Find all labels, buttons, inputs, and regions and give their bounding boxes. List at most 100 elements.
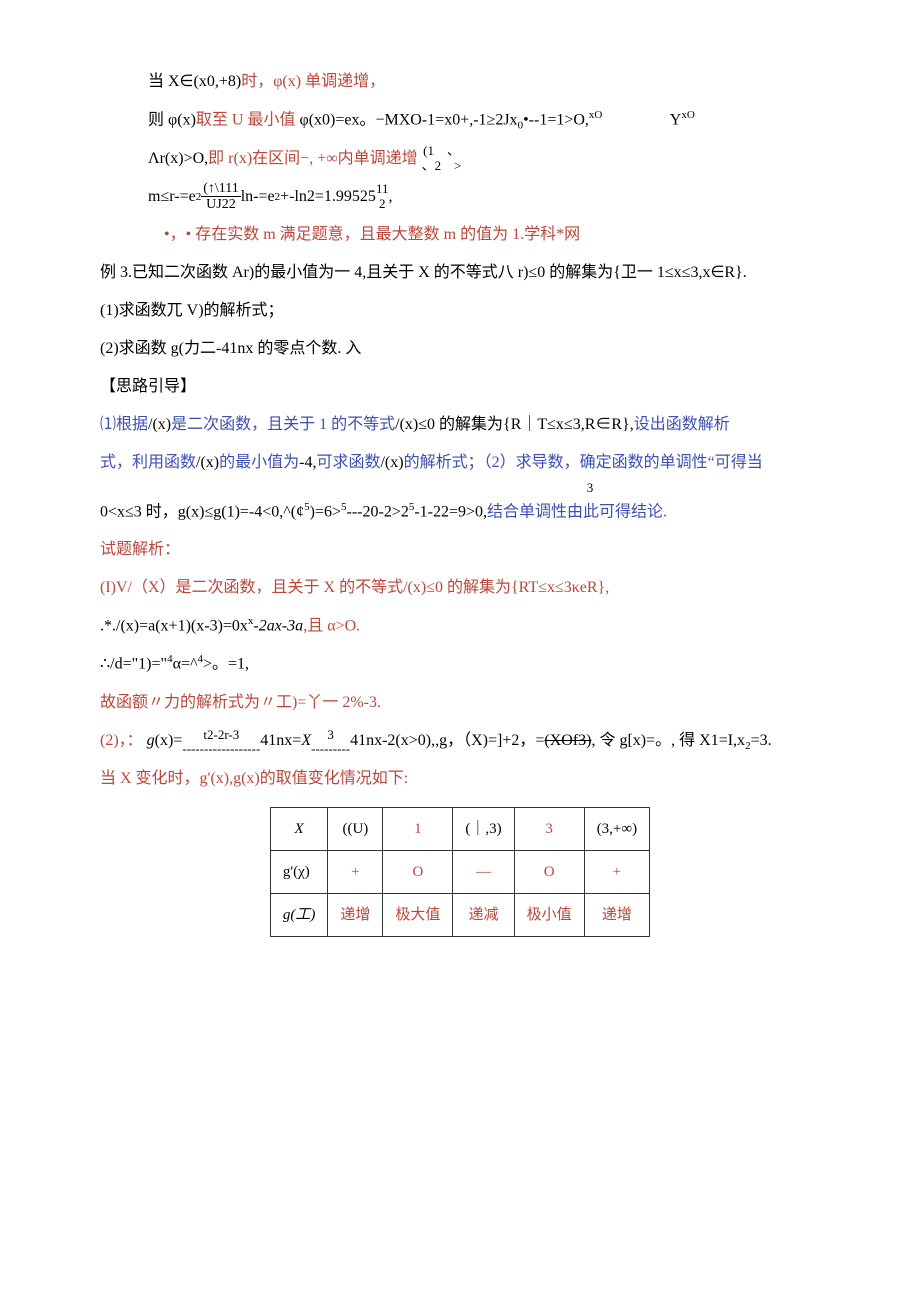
t: 0<x≤3 时，g(x)≤g(1)=-4<0,^(¢: [100, 503, 304, 520]
t: 11: [376, 182, 389, 196]
t: -1-22=9>0,: [414, 503, 487, 520]
t: 当 X 变化时，g'(x),g(x): [100, 770, 260, 787]
cell: +: [584, 850, 649, 893]
t: /(x)≤0 的解集为{R｜T≤x≤3,R∈R},: [395, 416, 634, 433]
t: >。=1,: [203, 656, 249, 673]
t: xO: [589, 109, 602, 121]
line-11: 式，利用函数/(x)的最小值为-4,可求函数/(x)的解析式；（2）求导数，确定…: [100, 447, 820, 479]
line-4: m≤r-=e2 (↑\111 UJ22 ln-=e2+-ln2=1.99525 …: [100, 181, 820, 213]
t: ∴/d="1)=": [100, 656, 167, 673]
t: 在区间−, +∞内单调递增: [252, 150, 417, 167]
t: ---20-2>2: [347, 503, 409, 520]
cell: O: [383, 850, 453, 893]
line-7: (1)求函数兀 V)的解析式；: [100, 295, 820, 327]
t: ---------: [311, 742, 350, 756]
t: X: [301, 725, 311, 757]
cell: 极小值: [514, 893, 584, 936]
line-15: .*./(x)=a(x+1)(x-3)=0xx-2ax-3a,且 α>O.: [100, 610, 820, 642]
line-12top: 3: [100, 481, 820, 494]
t: 、2 >: [422, 159, 462, 173]
t: ,: [388, 181, 392, 213]
line-19: 当 X 变化时，g'(x),g(x)的取值变化情况如下:: [100, 763, 820, 795]
t: 是二次函数，且关于 1 的不等式: [171, 416, 395, 433]
t: ⑴根据: [100, 416, 148, 433]
t: 的最小值为: [219, 454, 299, 471]
t: 时，φ(x): [241, 73, 301, 90]
cell: g(工): [270, 893, 328, 936]
cell: 极大值: [383, 893, 453, 936]
t: 取至 U 最小值: [196, 111, 296, 128]
t: -2ax-3a: [253, 617, 303, 634]
cell: g'(χ): [270, 850, 328, 893]
line-8: (2)求函数 g(力二-41nx 的零点个数. 入: [100, 333, 820, 365]
cell: —: [453, 850, 514, 893]
t: 式，利用函数: [100, 454, 196, 471]
line-16: ∴/d="1)="4α=^4>。=1,: [100, 648, 820, 680]
t: /(x)≤0 的解集为{RT≤x≤3κeR},: [403, 579, 609, 596]
t: /(x): [148, 416, 171, 433]
t: φ(x0)=ex。−MXO-1=x0+,-1≥2Jx: [295, 111, 517, 128]
t: 的取值变化情况如下:: [260, 770, 408, 787]
line-12: 0<x≤3 时，g(x)≤g(1)=-4<0,^(¢5)=6>5---20-2>…: [100, 496, 820, 528]
t: UJ22: [201, 197, 241, 212]
t: 结合单调性由此可得结论.: [487, 503, 667, 520]
t: =3.: [751, 725, 772, 757]
t: 41nx=: [260, 725, 301, 757]
cell: 递增: [584, 893, 649, 936]
cell: O: [514, 850, 584, 893]
t: /(x): [380, 454, 403, 471]
frac: t2-2r-3 ------------------: [182, 728, 260, 757]
line-5: •，• 存在实数 m 满足题意，且最大整数 m 的值为 1.学科*网: [100, 219, 820, 251]
line-6: 例 3.已知二次函数 Ar)的最小值为一 4,且关于 X 的不等式八 r)≤0 …: [100, 257, 820, 289]
table-row: g(工) 递增 极大值 递减 极小值 递增: [270, 893, 649, 936]
t: +-ln2=1.99525: [280, 181, 376, 213]
frac: 3 ---------: [311, 728, 350, 757]
cell: X: [270, 807, 328, 850]
t: 可求函数: [316, 454, 380, 471]
frac: 11 2: [376, 182, 389, 211]
t: 当 X∈(x0,+8): [148, 73, 241, 90]
cell: (3,+∞): [584, 807, 649, 850]
t: 即 r(x): [208, 150, 252, 167]
line-3: Λr(x)>O,即 r(x)在区间−, +∞内单调递增 (1 、 、2 >: [100, 143, 820, 175]
table-row: X ((U) 1 (｜,3) 3 (3,+∞): [270, 807, 649, 850]
line-9: 【思路引导】: [100, 371, 820, 403]
t: /(x): [196, 454, 219, 471]
t: Λr(x)>O,即 r(x)在区间−, +∞内单调递增: [148, 143, 418, 175]
cell: 递增: [328, 893, 383, 936]
t: 单调递增，: [305, 73, 385, 90]
t: (↑\111: [201, 181, 241, 197]
cell: +: [328, 850, 383, 893]
t: 2: [376, 197, 389, 211]
t: g: [147, 725, 155, 757]
t: (1 、: [422, 144, 462, 158]
t: )=6>: [310, 503, 341, 520]
t: 则 φ(x): [148, 111, 196, 128]
cell: 1: [383, 807, 453, 850]
t: •--1=1>O,: [523, 111, 589, 128]
t: t2-2r-3: [182, 728, 260, 742]
t: -4,: [299, 454, 316, 471]
t: Y: [670, 111, 682, 128]
t: α=^: [173, 656, 198, 673]
frac: (1 、 、2 >: [422, 144, 462, 173]
cell: ((U): [328, 807, 383, 850]
t: 的解析式；（2）求导数，确定函数的单调性“可得当: [404, 454, 763, 471]
line-13: 试题解析：: [100, 534, 820, 566]
line-14: (I)V/（X）是二次函数，且关于 X 的不等式/(x)≤0 的解集为{RT≤x…: [100, 572, 820, 604]
t: 学科*网: [524, 226, 580, 243]
t: xO: [681, 109, 694, 121]
line-18: (2)，： g(x)= t2-2r-3 ------------------ 4…: [100, 725, 820, 757]
t: (x)=: [155, 725, 183, 757]
variation-table: X ((U) 1 (｜,3) 3 (3,+∞) g'(χ) + O — O + …: [270, 807, 650, 937]
t: ------------------: [182, 742, 260, 756]
t: 3: [311, 728, 350, 742]
cell: (｜,3): [453, 807, 514, 850]
cell: 3: [514, 807, 584, 850]
t: Λr(x)>O,: [148, 150, 208, 167]
line-1: 当 X∈(x0,+8)时，φ(x) 单调递增，: [100, 66, 820, 98]
t: .*./(x)=a(x+1)(x-3)=0x: [100, 617, 248, 634]
line-17: 故函额〃力的解析式为〃工)=丫一 2%-3.: [100, 687, 820, 719]
t: 41nx-2(x>0),,g，（X)=]+2，=: [350, 725, 544, 757]
line-2: 则 φ(x)取至 U 最小值 φ(x0)=ex。−MXO-1=x0+,-1≥2J…: [100, 104, 820, 137]
